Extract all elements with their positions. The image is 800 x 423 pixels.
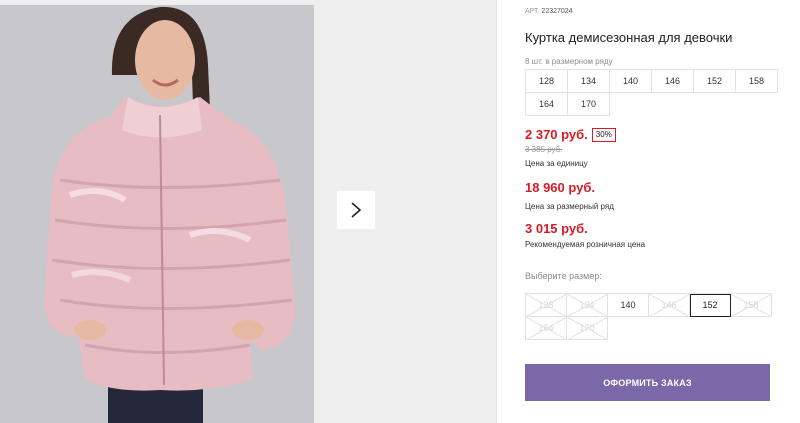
product-gallery — [0, 0, 497, 423]
unavailable-cross-icon — [567, 317, 608, 340]
row-price-caption: Цена за размерный ряд — [525, 202, 614, 211]
product-photo — [0, 5, 314, 423]
chevron-right-icon — [351, 202, 362, 218]
size-option-disabled: 134 — [567, 294, 608, 317]
size-row-cell: 164 — [526, 93, 568, 116]
unavailable-cross-icon — [526, 294, 567, 317]
size-row-cell: 170 — [568, 93, 610, 116]
unavailable-cross-icon — [649, 294, 690, 317]
product-title: Куртка демисезонная для девочки — [525, 30, 733, 45]
unavailable-cross-icon — [526, 317, 567, 340]
size-option-disabled: 128 — [526, 294, 567, 317]
choose-size-label: Выберите размер: — [525, 271, 602, 281]
size-row-grid: 128 134 140 146 152 158 164 170 — [525, 69, 778, 116]
unit-price-block: 2 370 руб. 30% — [525, 127, 616, 142]
sku: АРТ. 22327024 — [525, 8, 573, 15]
retail-price-caption: Рекомендуемая розничная цена — [525, 240, 646, 249]
size-option-selected[interactable]: 152 — [690, 294, 731, 317]
size-row-label: 8 шт. в размерном ряду — [525, 57, 613, 66]
size-option-disabled: 170 — [567, 317, 608, 340]
size-row-cell: 140 — [610, 70, 652, 93]
size-row-cell: 152 — [694, 70, 736, 93]
size-row-cell: 158 — [736, 70, 778, 93]
size-row-cell: 128 — [526, 70, 568, 93]
old-price: 3 385 руб. — [525, 145, 563, 154]
size-option-disabled: 146 — [649, 294, 690, 317]
choose-size-grid: 128 134 140 146 152 158 164 170 — [525, 293, 772, 340]
size-option-disabled: 164 — [526, 317, 567, 340]
unavailable-cross-icon — [567, 294, 608, 317]
discount-badge: 30% — [591, 127, 616, 142]
size-row-cell: 146 — [652, 70, 694, 93]
size-row-cell: 134 — [568, 70, 610, 93]
size-option-disabled: 158 — [731, 294, 772, 317]
gallery-next-button[interactable] — [337, 191, 375, 229]
size-option-label: 152 — [702, 300, 718, 310]
sku-value: 22327024 — [541, 8, 573, 15]
unit-price: 2 370 руб. — [525, 127, 588, 142]
unit-price-caption: Цена за единицу — [525, 159, 588, 168]
place-order-button[interactable]: ОФОРМИТЬ ЗАКАЗ — [525, 364, 770, 401]
unavailable-cross-icon — [731, 294, 772, 317]
size-option-label: 140 — [620, 300, 636, 310]
retail-price: 3 015 руб. — [525, 221, 588, 236]
sku-label: АРТ. — [525, 8, 540, 15]
row-price: 18 960 руб. — [525, 180, 596, 195]
size-option[interactable]: 140 — [608, 294, 649, 317]
